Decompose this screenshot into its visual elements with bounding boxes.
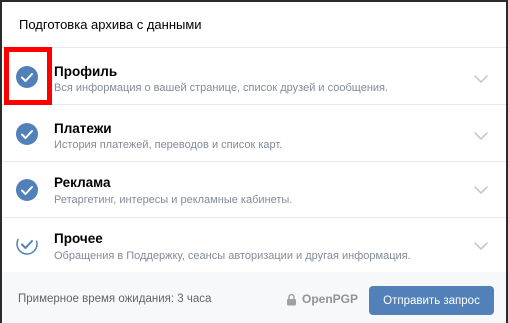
option-description: Вся информация о вашей странице, список …	[54, 82, 389, 94]
option-label: Платежи	[54, 121, 112, 136]
checked-circle-icon[interactable]	[16, 123, 38, 145]
dialog-title: Подготовка архива с данными	[19, 17, 202, 32]
send-request-button[interactable]: Отправить запрос	[369, 286, 494, 315]
partial-check-circle-icon[interactable]	[16, 233, 38, 255]
chevron-down-icon[interactable]	[473, 74, 489, 84]
lock-icon	[287, 293, 296, 305]
option-label: Прочее	[54, 231, 103, 246]
archive-dialog: Подготовка архива с данными Профиль Вся …	[0, 0, 508, 323]
option-row-payments[interactable]: Платежи История платежей, переводов и сп…	[2, 106, 506, 162]
openpgp-label: OpenPGP	[302, 292, 359, 306]
option-row-other[interactable]: Прочее Обращения в Поддержку, сеансы авт…	[2, 218, 506, 272]
option-label: Профиль	[54, 64, 118, 79]
checked-circle-icon[interactable]	[16, 179, 38, 201]
chevron-down-icon[interactable]	[473, 185, 489, 195]
option-description: Обращения в Поддержку, сеансы авторизаци…	[54, 250, 411, 262]
option-description: История платежей, переводов и список кар…	[54, 139, 283, 151]
dialog-header: Подготовка архива с данными	[2, 2, 506, 48]
wait-time-text: Примерное время ожидания: 3 часа	[18, 293, 212, 305]
option-description: Ретаргетинг, интересы и рекламные кабине…	[54, 194, 293, 206]
option-label: Реклама	[54, 175, 111, 190]
checked-circle-icon[interactable]	[16, 66, 38, 88]
chevron-down-icon[interactable]	[473, 241, 489, 251]
dialog-footer: Примерное время ожидания: 3 часа OpenPGP…	[2, 272, 506, 323]
openpgp-toggle[interactable]: OpenPGP	[286, 290, 358, 308]
option-row-profile[interactable]: Профиль Вся информация о вашей странице,…	[2, 49, 506, 105]
chevron-down-icon[interactable]	[473, 131, 489, 141]
option-row-ads[interactable]: Реклама Ретаргетинг, интересы и рекламны…	[2, 162, 506, 218]
